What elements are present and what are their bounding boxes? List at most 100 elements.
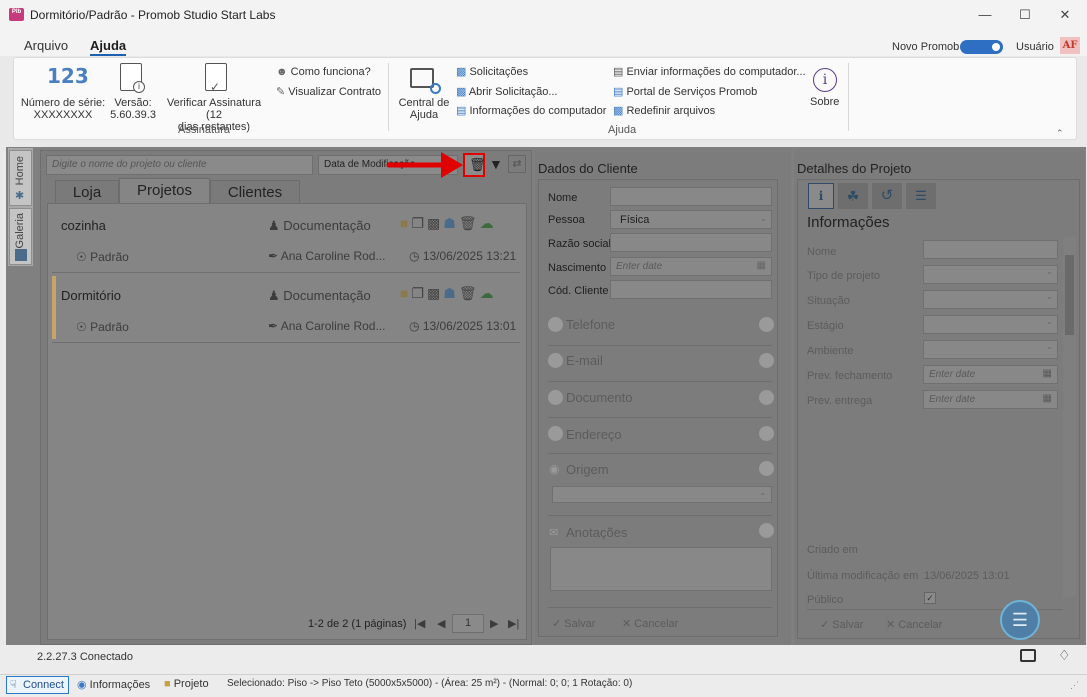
- expand-telefone-icon[interactable]: [759, 317, 774, 332]
- chat-window-icon[interactable]: [1020, 649, 1036, 662]
- minimize-button[interactable]: —: [965, 0, 1005, 30]
- detalhes-save-button[interactable]: ✓ Salvar: [820, 618, 863, 631]
- prev-entrega-input[interactable]: Enter date ▦: [923, 390, 1058, 409]
- pessoa-select[interactable]: Física ⌄: [610, 210, 772, 229]
- computer-icon: ▤: [456, 105, 470, 117]
- email-section[interactable]: E-mail: [566, 353, 603, 368]
- project-search-input[interactable]: Digite o nome do projeto ou cliente: [46, 155, 313, 175]
- close-button[interactable]: ✕: [1045, 0, 1085, 30]
- sobre-button[interactable]: Sobre: [810, 96, 839, 108]
- status-projeto[interactable]: ■ Projeto: [164, 678, 209, 690]
- portal-servicos-button[interactable]: ▤ Portal de Serviços Promob: [613, 86, 757, 98]
- documentation-link[interactable]: ♟ Documentação: [268, 218, 371, 234]
- divider: [548, 381, 772, 382]
- tab-clientes[interactable]: Clientes: [210, 180, 300, 204]
- detalhes-cancel-button[interactable]: ✕ Cancelar: [886, 618, 942, 631]
- cliente-save-button[interactable]: ✓ Salvar: [552, 617, 595, 630]
- calendar-icon[interactable]: ▦: [1043, 393, 1052, 404]
- reset-files-icon: ▩: [613, 105, 627, 117]
- add-telefone-icon[interactable]: [548, 317, 563, 332]
- cod-cliente-input[interactable]: [610, 280, 772, 299]
- details-scrollbar[interactable]: [1063, 237, 1076, 597]
- cliente-cancel-button[interactable]: ✕ Cancelar: [622, 617, 678, 630]
- chat-menu-icon[interactable]: ☰: [1000, 600, 1040, 640]
- resize-grip-icon[interactable]: ⋰: [1070, 680, 1079, 691]
- estagio-select[interactable]: ⌄: [923, 315, 1058, 334]
- serial-number-button[interactable]: Número de série: XXXXXXXX: [20, 97, 106, 121]
- situacao-select[interactable]: ⌄: [923, 290, 1058, 309]
- publico-checkbox[interactable]: ✓: [924, 592, 936, 604]
- trash-icon: 🗑: [469, 157, 486, 172]
- calendar-icon[interactable]: ▦: [757, 260, 766, 271]
- collapse-ribbon-icon[interactable]: ⌃: [1056, 128, 1064, 139]
- visualizar-contrato-button[interactable]: ✎ Visualizar Contrato: [276, 86, 381, 98]
- first-page-button[interactable]: |◀: [414, 617, 425, 630]
- scrollbar-thumb[interactable]: [1065, 255, 1074, 335]
- bell-icon[interactable]: ♢: [1058, 647, 1071, 664]
- central-ajuda-button[interactable]: Central de Ajuda: [396, 97, 452, 121]
- comment-icon: ✉: [549, 527, 559, 539]
- next-page-button[interactable]: ▶: [490, 617, 498, 630]
- det-nome-input[interactable]: [923, 240, 1058, 259]
- tab-checklist-icon[interactable]: ☰: [906, 183, 936, 209]
- tab-info-icon[interactable]: i: [808, 183, 834, 209]
- tab-loja[interactable]: Loja: [55, 180, 119, 204]
- nome-input[interactable]: [610, 187, 772, 206]
- redefinir-arquivos-button[interactable]: ▩ Redefinir arquivos: [613, 105, 715, 117]
- telefone-section[interactable]: Telefone: [566, 317, 615, 332]
- prev-fechamento-input[interactable]: Enter date ▦: [923, 365, 1058, 384]
- help-center-icon: [410, 68, 441, 94]
- tab-structure-icon[interactable]: ☘: [838, 183, 868, 209]
- criado-label: Criado em: [807, 544, 858, 556]
- solicitacoes-button[interactable]: ▩ Solicitações: [456, 66, 528, 78]
- usuario-label[interactable]: Usuário: [1016, 41, 1054, 53]
- tab-projetos[interactable]: Projetos: [119, 178, 210, 204]
- razao-input[interactable]: [610, 233, 772, 252]
- tab-history-icon[interactable]: ↺: [872, 183, 902, 209]
- project-actions[interactable]: ■❐▩☗🗑☁: [400, 285, 497, 302]
- abrir-solicitacao-button[interactable]: ▩ Abrir Solicitação...: [456, 86, 558, 98]
- avatar[interactable]: AF: [1060, 37, 1080, 54]
- chevron-down-icon: ⌄: [1046, 292, 1053, 301]
- menu-arquivo[interactable]: Arquivo: [24, 38, 68, 53]
- origem-section[interactable]: Origem: [566, 462, 609, 477]
- tipo-select[interactable]: ⌄: [923, 265, 1058, 284]
- ambiente-select[interactable]: ⌄: [923, 340, 1058, 359]
- anotacoes-textarea[interactable]: [550, 547, 772, 591]
- filter-icon[interactable]: ▼: [489, 156, 503, 172]
- expand-origem-icon[interactable]: [759, 461, 774, 476]
- como-funciona-button[interactable]: ☻ Como funciona?: [276, 66, 371, 78]
- version-button[interactable]: Versão: 5.60.39.3: [108, 97, 158, 121]
- calendar-icon[interactable]: ▦: [1043, 368, 1052, 379]
- connect-icon: ☟: [10, 679, 17, 691]
- expand-anotacoes-icon[interactable]: [759, 523, 774, 538]
- nascimento-input[interactable]: Enter date ▦: [610, 257, 772, 276]
- maximize-button[interactable]: ☐: [1005, 0, 1045, 30]
- project-actions[interactable]: ■❐▩☗🗑☁: [400, 215, 497, 232]
- clock-icon: ◷: [409, 249, 423, 263]
- last-page-button[interactable]: ▶|: [508, 617, 519, 630]
- connect-button[interactable]: ☟ Connect: [6, 676, 69, 694]
- version-status: 2.2.27.3 Conectado: [37, 651, 134, 663]
- sidetab-home[interactable]: Home ✱: [9, 150, 32, 206]
- endereco-section[interactable]: Endereço: [566, 427, 622, 442]
- info-computador-button[interactable]: ▤ Informações do computador: [456, 105, 606, 117]
- swap-icon[interactable]: ⇄: [508, 155, 526, 173]
- expand-documento-icon[interactable]: [759, 390, 774, 405]
- menu-ajuda[interactable]: Ajuda: [90, 38, 127, 56]
- add-endereco-icon[interactable]: [548, 426, 563, 441]
- status-informacoes[interactable]: ◉ Informações: [77, 678, 150, 691]
- add-email-icon[interactable]: [548, 353, 563, 368]
- novo-promob-toggle[interactable]: [960, 40, 1003, 54]
- documentation-link[interactable]: ♟ Documentação: [268, 288, 371, 304]
- enviar-info-button[interactable]: ▤ Enviar informações do computador...: [613, 66, 806, 78]
- origem-select[interactable]: ⌄: [552, 486, 772, 503]
- sidetab-galeria[interactable]: Galeria: [9, 208, 32, 265]
- prev-page-button[interactable]: ◀: [437, 617, 445, 630]
- expand-endereco-icon[interactable]: [759, 426, 774, 441]
- delete-project-button[interactable]: 🗑: [463, 153, 486, 177]
- expand-email-icon[interactable]: [759, 353, 774, 368]
- add-documento-icon[interactable]: [548, 390, 563, 405]
- documento-section[interactable]: Documento: [566, 390, 632, 405]
- page-input[interactable]: 1: [452, 614, 484, 633]
